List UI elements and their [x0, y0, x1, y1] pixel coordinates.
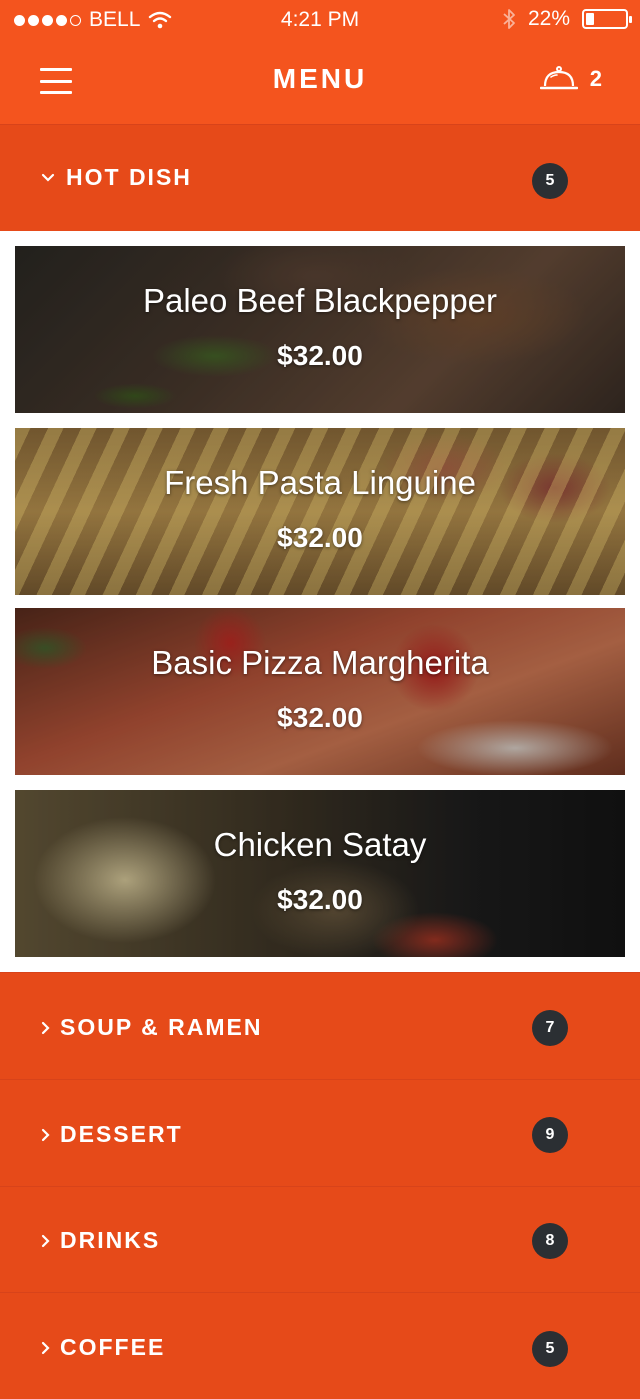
service-bell-icon: [539, 66, 578, 90]
count-badge: 5: [532, 163, 568, 199]
chevron-down-icon: [41, 173, 55, 182]
dish-card-chicken[interactable]: Chicken Satay $32.00: [15, 790, 625, 957]
category-label: DRINKS: [60, 1227, 161, 1253]
bluetooth-icon: [503, 9, 515, 29]
category-label-row: SOUP & RAMEN: [40, 1014, 263, 1041]
dish-name: Chicken Satay: [213, 826, 427, 863]
category-coffee[interactable]: COFFEE 5: [0, 1292, 640, 1399]
dish-name: Basic Pizza Margherita: [151, 644, 489, 681]
status-bar: BELL 4:21 PM 22%: [0, 0, 640, 40]
count-badge: 5: [532, 1331, 568, 1367]
category-label: DESSERT: [60, 1121, 183, 1147]
category-label-row: DRINKS: [40, 1227, 160, 1254]
category-label-row: HOT DISH: [40, 164, 192, 191]
count-badge: 9: [532, 1117, 568, 1153]
dish-card-beef[interactable]: Paleo Beef Blackpepper $32.00: [15, 246, 625, 413]
cart-count: 2: [589, 66, 602, 91]
dish-card-pizza[interactable]: Basic Pizza Margherita $32.00: [15, 608, 625, 775]
category-soup-ramen[interactable]: SOUP & RAMEN 7: [0, 972, 640, 1079]
dish-price: $32.00: [277, 340, 363, 371]
chevron-right-icon: [41, 1234, 50, 1247]
dish-price: $32.00: [277, 884, 363, 915]
chevron-right-icon: [41, 1128, 50, 1141]
battery-percent: 22%: [527, 7, 570, 30]
category-label: SOUP & RAMEN: [60, 1014, 263, 1040]
category-label: HOT DISH: [66, 164, 192, 190]
category-label-row: COFFEE: [40, 1334, 165, 1361]
category-drinks[interactable]: DRINKS 8: [0, 1186, 640, 1292]
category-hot-dish[interactable]: HOT DISH 5: [0, 124, 640, 231]
battery-icon: [582, 9, 632, 29]
dish-price: $32.00: [277, 522, 363, 553]
category-label-row: DESSERT: [40, 1121, 183, 1148]
dish-card-pasta[interactable]: Fresh Pasta Linguine $32.00: [15, 428, 625, 595]
dish-name: Fresh Pasta Linguine: [164, 464, 476, 501]
hamburger-icon[interactable]: [40, 68, 72, 94]
chevron-right-icon: [41, 1341, 50, 1354]
app-header: BELL 4:21 PM 22% MENU 2: [0, 0, 640, 124]
category-label: COFFEE: [60, 1334, 166, 1360]
status-right: 22%: [502, 7, 632, 31]
category-dessert[interactable]: DESSERT 9: [0, 1079, 640, 1186]
count-badge: 7: [532, 1010, 568, 1046]
count-badge: 8: [532, 1223, 568, 1259]
cart-button[interactable]: 2: [539, 64, 602, 94]
dish-price: $32.00: [277, 702, 363, 733]
battery-fill: [586, 13, 594, 25]
dish-name: Paleo Beef Blackpepper: [142, 282, 498, 319]
chevron-right-icon: [41, 1021, 50, 1034]
